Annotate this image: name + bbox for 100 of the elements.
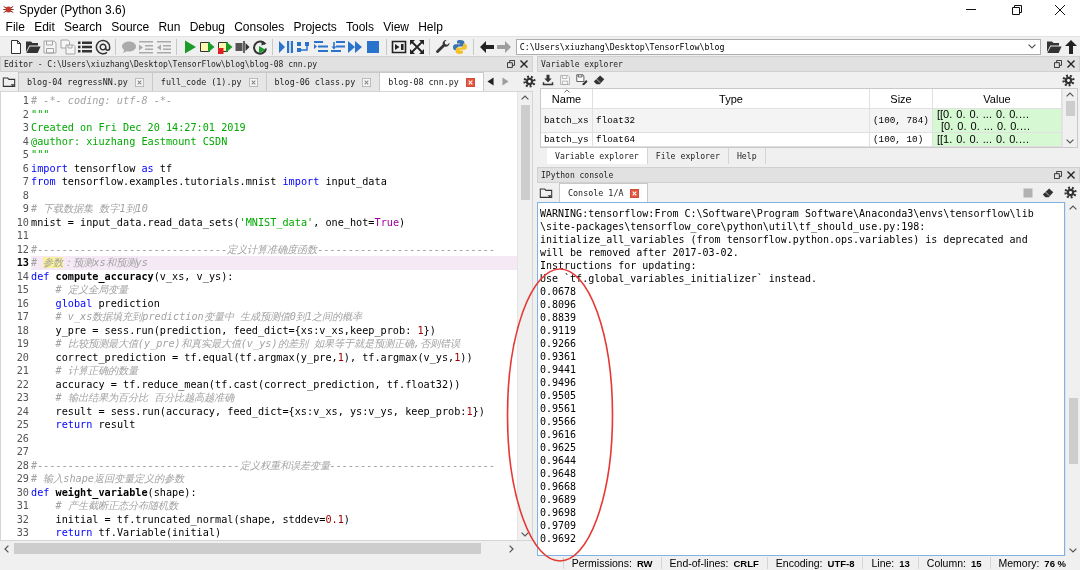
line-number: 26 (16, 432, 29, 444)
column-header[interactable]: Type (593, 89, 870, 109)
console-line: 0.9625 (540, 441, 577, 454)
chevron-down-icon[interactable] (1028, 44, 1037, 49)
settings-icon[interactable] (1062, 73, 1075, 87)
chevron-down-icon[interactable] (521, 532, 529, 537)
download-icon[interactable] (542, 74, 554, 86)
editor-tab[interactable]: blog-06 class.py (265, 72, 381, 91)
diagonal-arrows-icon[interactable] (408, 38, 425, 55)
settings-icon[interactable] (522, 75, 536, 88)
menu-item[interactable]: Source (111, 20, 150, 35)
menu-item[interactable]: File (5, 20, 25, 35)
eraser-icon[interactable] (593, 74, 605, 86)
pane-tab[interactable]: File explorer (647, 148, 729, 164)
code-line: initial = tf.truncated_normal(shape, stddev=0.1) (55, 513, 350, 525)
tab-close-icon[interactable] (134, 77, 144, 87)
close-icon[interactable] (1067, 171, 1075, 179)
line-number: 5 (22, 149, 29, 160)
block-bar-arrow-icon[interactable] (234, 38, 251, 55)
framed-play-bar-icon[interactable] (391, 38, 408, 55)
two-tone-logo-icon[interactable] (452, 38, 469, 55)
editor-tab[interactable]: blog-08 cnn.py (379, 72, 484, 91)
code-line: accuracy = tf.reduce_mean(tf.cast(correct_prediction, tf.float32)) (55, 378, 461, 390)
console-line: 0.9441 (540, 363, 577, 376)
tab-close-icon[interactable] (630, 188, 640, 198)
line-number: 9 (22, 203, 29, 214)
settings-icon[interactable] (1064, 186, 1077, 199)
menu-item[interactable]: Edit (34, 20, 55, 35)
column-header[interactable]: Value (933, 89, 1062, 109)
scrollbar-thumb[interactable] (1068, 398, 1078, 464)
line-number: 4 (22, 135, 29, 147)
editor-tab[interactable]: full_code (1).py (151, 72, 267, 91)
chevron-up-icon[interactable] (1069, 205, 1077, 210)
chevron-up-icon[interactable] (521, 95, 529, 100)
console-line: WARNING:tensorflow:From C:\Software\Program Software\Anaconda3\envs\tensorflow\lib (540, 207, 1034, 220)
column-header[interactable]: Size (870, 89, 933, 109)
console-line: 0.8096 (540, 298, 577, 311)
stop-icon[interactable] (364, 38, 381, 55)
line-number: 32 (16, 513, 29, 525)
folder-icon[interactable] (2, 74, 16, 89)
wrench-icon[interactable] (434, 38, 451, 55)
menu-item[interactable]: Debug (189, 20, 225, 35)
scrollbar-thumb[interactable] (520, 105, 530, 200)
vertical-scrollbar[interactable] (1062, 89, 1077, 147)
left-triangle-icon[interactable] (486, 77, 494, 86)
scrollbar-thumb[interactable] (14, 543, 481, 554)
vertical-scrollbar[interactable] (517, 92, 532, 540)
folder-icon[interactable] (539, 185, 553, 200)
menu-item[interactable]: Tools (345, 20, 374, 35)
overlapping-squares-icon[interactable] (507, 60, 515, 68)
code-line: def compute_accuracy(v_xs, v_ys): (31, 270, 234, 282)
tab-close-icon[interactable] (362, 77, 372, 87)
overlapping-squares-icon[interactable] (1054, 60, 1062, 68)
chevron-down-icon[interactable] (1069, 548, 1077, 553)
menu-item[interactable]: Help (418, 20, 443, 35)
menu-item[interactable]: Run (158, 20, 181, 35)
menu-item[interactable]: Search (64, 20, 103, 35)
status-value: UTF-8 (827, 557, 855, 569)
path-combobox[interactable]: C:\Users\xiuzhang\Desktop\TensorFlow\blog (515, 38, 1042, 55)
menu-item[interactable]: View (383, 20, 409, 35)
overlapping-squares-icon[interactable] (1054, 171, 1062, 179)
table-cell: batch_xs (541, 109, 593, 133)
menu-item[interactable]: Consoles (234, 20, 285, 35)
scrollbar-thumb[interactable] (1065, 101, 1075, 116)
eraser-icon[interactable] (1042, 186, 1054, 199)
play-bars-icon[interactable] (277, 38, 294, 55)
chevron-up-icon[interactable] (1066, 92, 1074, 97)
code-line: return result (55, 419, 136, 430)
pane-tab[interactable]: Help (728, 148, 766, 164)
console-output[interactable] (537, 202, 1065, 556)
chevron-down-icon[interactable] (1066, 139, 1074, 144)
close-icon[interactable] (520, 60, 528, 68)
close-icon[interactable] (1055, 4, 1065, 15)
editor-tab[interactable]: blog-04 regressNN.py (18, 72, 153, 91)
code-line: global prediction (55, 297, 160, 309)
restore-icon[interactable] (1012, 4, 1022, 15)
pane-tab[interactable]: Variable explorer (547, 148, 648, 164)
menu-item[interactable]: Projects (293, 20, 337, 35)
lines-triangle-icon[interactable] (312, 38, 329, 55)
chevron-left-icon[interactable] (4, 544, 9, 553)
console-tab[interactable]: Console 1/A (559, 183, 649, 202)
circular-arrow-play-icon[interactable] (251, 38, 268, 55)
tab-close-icon[interactable] (248, 77, 258, 87)
line-number: 27 (16, 446, 29, 457)
disk-pencil-icon[interactable] (576, 74, 588, 86)
line-number: 24 (16, 405, 29, 417)
console-line: initialize_all_variables (from tensorflow.python.ops.variables) is deprecated and (540, 233, 1028, 246)
pane-title: IPython console (541, 170, 614, 180)
close-icon[interactable] (1067, 60, 1075, 68)
code-line: #---------------------------------定义权重和误差变量--------------------------- (31, 459, 496, 471)
chevron-right-icon[interactable] (509, 544, 514, 553)
lines-down-arrow-icon[interactable] (330, 38, 347, 55)
line-number: 18 (16, 324, 29, 336)
column-header[interactable]: Name (541, 89, 593, 109)
sort-caret-icon (563, 89, 570, 93)
window-title: Spyder (Python 3.6) (19, 2, 126, 17)
tab-close-icon[interactable] (465, 77, 475, 87)
at-sign-icon[interactable] (94, 38, 111, 55)
up-arrow-icon[interactable] (1063, 38, 1080, 55)
console-line: 0.9709 (540, 519, 577, 532)
